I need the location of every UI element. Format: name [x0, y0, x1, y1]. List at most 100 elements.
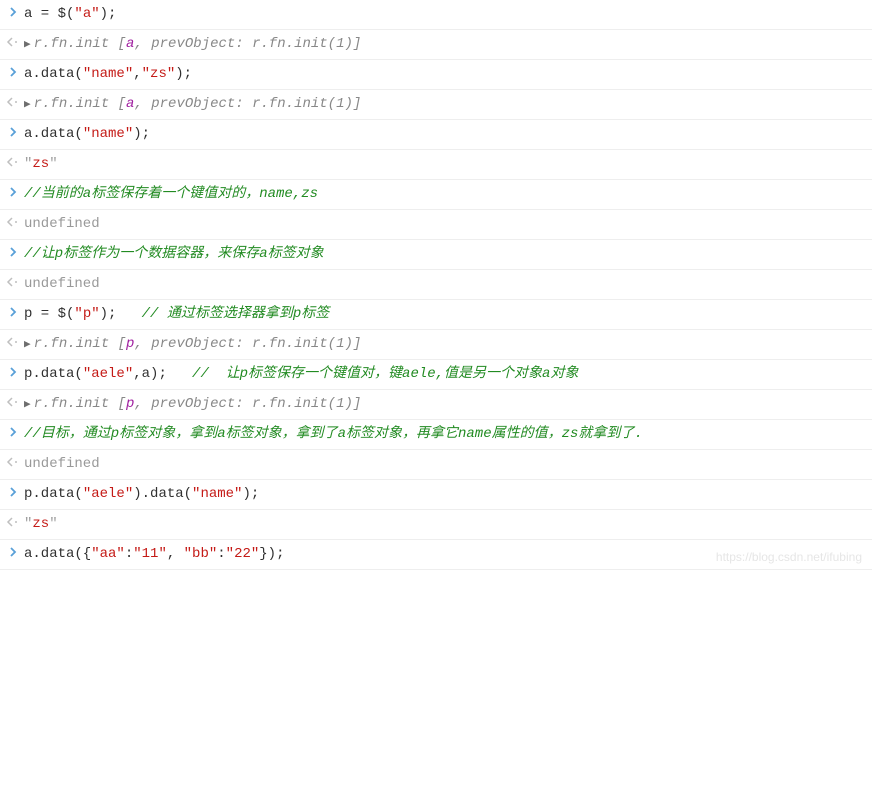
output-return-icon — [6, 275, 20, 289]
code-segment: "11" — [133, 546, 167, 562]
console-row-content: ▶r.fn.init [p, prevObject: r.fn.init(1)] — [24, 334, 864, 355]
code-segment: //目标，通过p标签对象，拿到a标签对象，拿到了a标签对象，再拿它name属性的… — [24, 426, 643, 442]
console-output-row[interactable]: undefined — [0, 270, 872, 300]
console-row-content: p.data("aele").data("name"); — [24, 484, 864, 505]
code-segment: ); — [175, 66, 192, 82]
output-return-icon — [6, 95, 20, 109]
input-prompt-icon — [6, 65, 20, 79]
input-prompt-icon — [6, 545, 20, 559]
console-output-row[interactable]: undefined — [0, 450, 872, 480]
console-row-content: //目标，通过p标签对象，拿到a标签对象，拿到了a标签对象，再拿它name属性的… — [24, 424, 864, 445]
code-segment: , — [167, 546, 184, 562]
output-return-icon — [6, 455, 20, 469]
code-segment: a = $( — [24, 6, 74, 22]
code-segment: p = $( — [24, 306, 74, 322]
code-segment: "a" — [74, 6, 99, 22]
output-return-icon — [6, 35, 20, 49]
code-segment: , prevObject: r.fn.init(1) — [134, 96, 352, 112]
code-segment: r.fn.init [ — [34, 396, 126, 412]
input-prompt-icon — [6, 185, 20, 199]
code-segment: a.data( — [24, 126, 83, 142]
console-row-content: //让p标签作为一个数据容器，来保存a标签对象 — [24, 244, 864, 265]
output-return-icon — [6, 215, 20, 229]
code-segment: " — [49, 156, 57, 172]
code-segment: "aa" — [91, 546, 125, 562]
expand-arrow-icon[interactable]: ▶ — [24, 397, 31, 414]
code-segment: undefined — [24, 456, 100, 472]
code-segment: "p" — [74, 306, 99, 322]
console-output-row[interactable]: "zs" — [0, 510, 872, 540]
code-segment: "bb" — [184, 546, 218, 562]
code-segment: , — [133, 66, 141, 82]
console-input-row[interactable]: //当前的a标签保存着一个键值对的，name,zs — [0, 180, 872, 210]
code-segment: , prevObject: r.fn.init(1) — [134, 396, 352, 412]
console-row-content: ▶r.fn.init [a, prevObject: r.fn.init(1)] — [24, 94, 864, 115]
code-segment: : — [125, 546, 133, 562]
console-row-content: "zs" — [24, 154, 864, 175]
code-segment: ] — [353, 396, 361, 412]
console-output-row[interactable]: "zs" — [0, 150, 872, 180]
console-input-row[interactable]: p.data("aele",a); // 让p标签保存一个键值对，键aele,值… — [0, 360, 872, 390]
console-input-row[interactable]: p = $("p"); // 通过标签选择器拿到p标签 — [0, 300, 872, 330]
code-segment: }); — [259, 546, 284, 562]
code-segment: "zs" — [142, 66, 176, 82]
code-segment: ); — [100, 306, 142, 322]
console-output-row[interactable]: ▶r.fn.init [p, prevObject: r.fn.init(1)] — [0, 330, 872, 360]
console-panel: a = $("a"); ▶r.fn.init [a, prevObject: r.… — [0, 0, 872, 570]
input-prompt-icon — [6, 305, 20, 319]
code-segment: zs — [32, 156, 49, 172]
console-row-content: p = $("p"); // 通过标签选择器拿到p标签 — [24, 304, 864, 325]
code-segment: ); — [133, 126, 150, 142]
console-input-row[interactable]: //让p标签作为一个数据容器，来保存a标签对象 — [0, 240, 872, 270]
output-return-icon — [6, 335, 20, 349]
code-segment: "name" — [192, 486, 242, 502]
code-segment: undefined — [24, 276, 100, 292]
console-row-content: ▶r.fn.init [p, prevObject: r.fn.init(1)] — [24, 394, 864, 415]
code-segment: : — [217, 546, 225, 562]
console-input-row[interactable]: //目标，通过p标签对象，拿到a标签对象，拿到了a标签对象，再拿它name属性的… — [0, 420, 872, 450]
code-segment: "name" — [83, 126, 133, 142]
console-input-row[interactable]: p.data("aele").data("name"); — [0, 480, 872, 510]
console-output-row[interactable]: ▶r.fn.init [a, prevObject: r.fn.init(1)] — [0, 30, 872, 60]
code-segment: //当前的a标签保存着一个键值对的，name,zs — [24, 186, 318, 202]
console-row-content: undefined — [24, 214, 864, 235]
console-output-row[interactable]: ▶r.fn.init [a, prevObject: r.fn.init(1)] — [0, 90, 872, 120]
expand-arrow-icon[interactable]: ▶ — [24, 97, 31, 114]
console-output-row[interactable]: ▶r.fn.init [p, prevObject: r.fn.init(1)] — [0, 390, 872, 420]
code-segment: ); — [242, 486, 259, 502]
code-segment: // 让p标签保存一个键值对，键aele,值是另一个对象a对象 — [192, 366, 578, 382]
input-prompt-icon — [6, 485, 20, 499]
input-prompt-icon — [6, 245, 20, 259]
console-input-row[interactable]: a.data({"aa":"11", "bb":"22"}); — [0, 540, 872, 570]
console-row-content: p.data("aele",a); // 让p标签保存一个键值对，键aele,值… — [24, 364, 864, 385]
console-row-content: a = $("a"); — [24, 4, 864, 25]
console-row-content: //当前的a标签保存着一个键值对的，name,zs — [24, 184, 864, 205]
console-output-row[interactable]: undefined — [0, 210, 872, 240]
code-segment: //让p标签作为一个数据容器，来保存a标签对象 — [24, 246, 324, 262]
code-segment: ).data( — [133, 486, 192, 502]
console-input-row[interactable]: a.data("name","zs"); — [0, 60, 872, 90]
code-segment: a.data({ — [24, 546, 91, 562]
console-input-row[interactable]: a.data("name"); — [0, 120, 872, 150]
expand-arrow-icon[interactable]: ▶ — [24, 37, 31, 54]
code-segment: a.data( — [24, 66, 83, 82]
code-segment: ); — [100, 6, 117, 22]
output-return-icon — [6, 395, 20, 409]
expand-arrow-icon[interactable]: ▶ — [24, 337, 31, 354]
code-segment: "name" — [83, 66, 133, 82]
console-row-content: a.data({"aa":"11", "bb":"22"}); — [24, 544, 864, 565]
code-segment: r.fn.init [ — [34, 96, 126, 112]
console-row-content: undefined — [24, 454, 864, 475]
console-row-content: a.data("name","zs"); — [24, 64, 864, 85]
code-segment: ,a); — [133, 366, 192, 382]
code-segment: zs — [32, 516, 49, 532]
code-segment: "22" — [226, 546, 260, 562]
code-segment: " — [49, 516, 57, 532]
code-segment: ] — [353, 96, 361, 112]
output-return-icon — [6, 155, 20, 169]
console-input-row[interactable]: a = $("a"); — [0, 0, 872, 30]
console-row-content: a.data("name"); — [24, 124, 864, 145]
code-segment: r.fn.init [ — [34, 36, 126, 52]
input-prompt-icon — [6, 365, 20, 379]
input-prompt-icon — [6, 5, 20, 19]
